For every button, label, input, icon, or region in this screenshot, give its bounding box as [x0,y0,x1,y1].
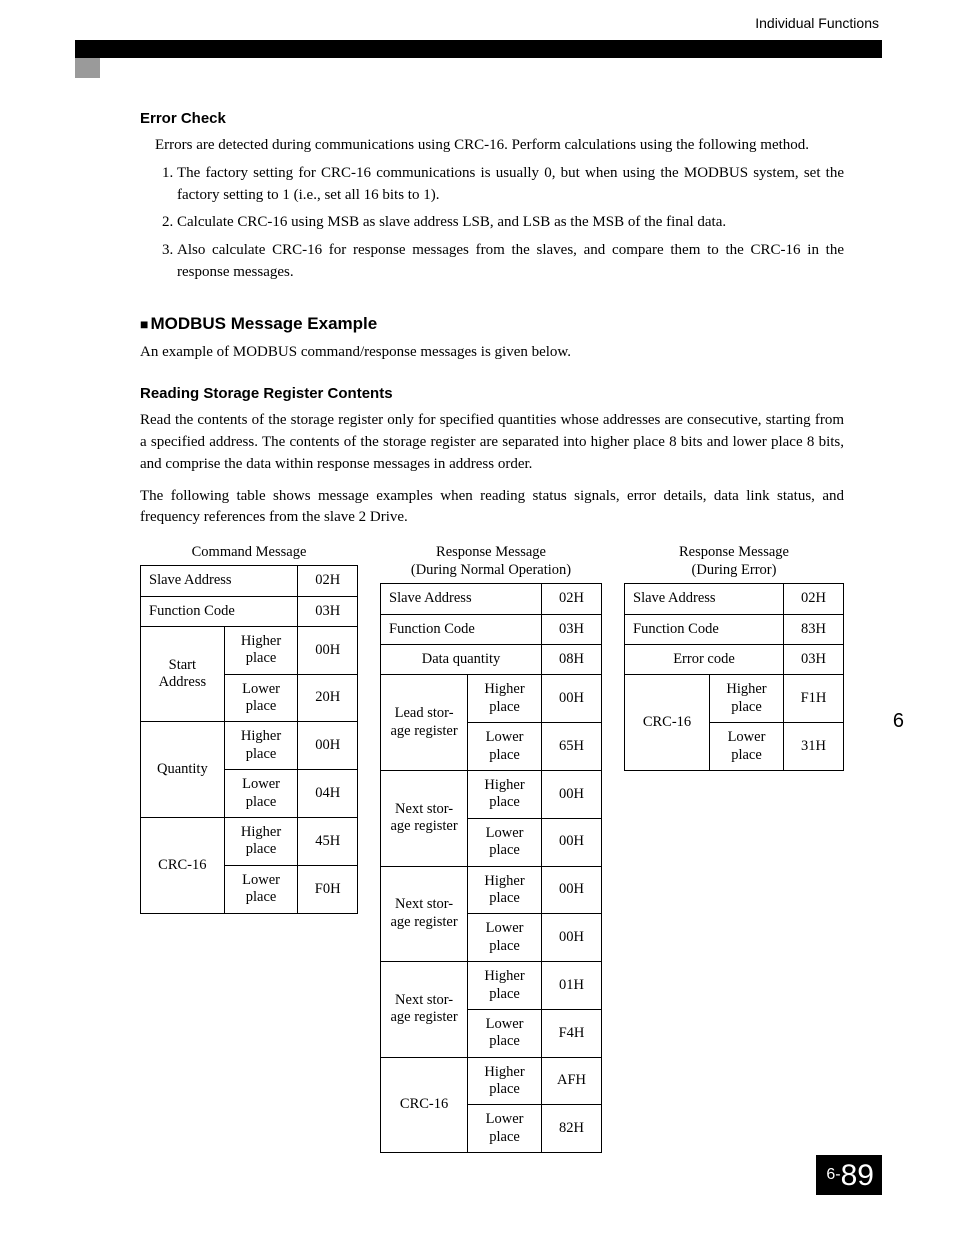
row-value: F4H [541,1009,601,1057]
row-label: CRC-16 [625,675,710,771]
sub-label: Higher place [468,1057,542,1105]
row-value: 00H [541,914,601,962]
response-normal-block: Response Message (During Normal Operatio… [380,543,602,1153]
error-check-steps: The factory setting for CRC-16 communica… [155,163,844,284]
response-error-caption: Response Message (During Error) [624,543,844,579]
command-message-table: Slave Address02H Function Code03H Start … [140,565,358,913]
row-value: 82H [541,1105,601,1153]
row-value: 00H [541,675,601,723]
sub-label: Higher place [224,722,298,770]
row-label: CRC-16 [381,1057,468,1153]
row-label: Next stor- age register [381,866,468,962]
header-black-bar [75,40,882,58]
error-check-step: Calculate CRC-16 using MSB as slave addr… [177,212,844,234]
row-value: 00H [298,722,358,770]
row-label: Data quantity [381,645,542,675]
page-number-value: 89 [841,1159,874,1192]
row-value: 01H [541,962,601,1010]
reading-storage-para2: The following table shows message exampl… [140,486,844,530]
sub-label: Higher place [224,626,298,674]
heading-modbus-example: MODBUS Message Example [140,314,844,334]
sub-label: Higher place [709,675,783,723]
row-label: Quantity [141,722,225,818]
row-value: 00H [541,818,601,866]
sub-label: Lower place [709,723,783,771]
row-value: 65H [541,723,601,771]
row-label: Error code [625,645,784,675]
row-label: Slave Address [141,566,298,596]
row-label: Lead stor- age register [381,675,468,771]
sub-label: Lower place [468,1105,542,1153]
sub-label: Lower place [468,914,542,962]
row-label: Slave Address [381,584,542,614]
sub-label: Lower place [224,770,298,818]
row-value: AFH [541,1057,601,1105]
heading-reading-storage: Reading Storage Register Contents [140,385,844,402]
header-grey-tab [75,58,100,78]
row-label: Next stor- age register [381,962,468,1058]
sub-label: Higher place [468,675,542,723]
row-value: 02H [541,584,601,614]
row-value: 00H [541,770,601,818]
sub-label: Lower place [468,723,542,771]
row-label: Slave Address [625,584,784,614]
response-error-block: Response Message (During Error) Slave Ad… [624,543,844,771]
modbus-example-intro: An example of MODBUS command/response me… [140,342,844,364]
row-value: 00H [298,626,358,674]
sub-label: Higher place [224,818,298,866]
command-message-block: Command Message Slave Address02H Functio… [140,543,358,914]
row-value: 08H [541,645,601,675]
reading-storage-para1: Read the contents of the storage registe… [140,410,844,475]
sub-label: Higher place [468,866,542,914]
row-value: 03H [784,645,844,675]
row-value: 20H [298,674,358,722]
row-label: Function Code [625,614,784,644]
row-label: Function Code [141,596,298,626]
response-normal-caption: Response Message (During Normal Operatio… [380,543,602,579]
row-value: 03H [298,596,358,626]
row-value: 45H [298,818,358,866]
row-value: 83H [784,614,844,644]
row-value: 00H [541,866,601,914]
response-normal-table: Slave Address02H Function Code03H Data q… [380,583,602,1153]
row-label: Function Code [381,614,542,644]
response-error-table: Slave Address02H Function Code83H Error … [624,583,844,771]
page-number-prefix: 6- [826,1166,840,1183]
row-label: CRC-16 [141,818,225,914]
error-check-step: The factory setting for CRC-16 communica… [177,163,844,207]
row-value: 03H [541,614,601,644]
row-value: F1H [784,675,844,723]
error-check-step: Also calculate CRC-16 for response messa… [177,240,844,284]
command-message-caption: Command Message [140,543,358,561]
sub-label: Higher place [468,962,542,1010]
row-label: Start Address [141,626,225,722]
sub-label: Higher place [468,770,542,818]
heading-error-check: Error Check [140,110,844,127]
error-check-intro: Errors are detected during communication… [155,135,844,157]
row-value: 31H [784,723,844,771]
page-number-box: 6-89 [816,1155,882,1195]
sub-label: Lower place [224,865,298,913]
sub-label: Lower place [468,1009,542,1057]
row-value: 02H [784,584,844,614]
sub-label: Lower place [468,818,542,866]
sub-label: Lower place [224,674,298,722]
chapter-side-marker: 6 [893,710,904,733]
page-header-section: Individual Functions [755,15,879,31]
row-label: Next stor- age register [381,770,468,866]
row-value: 02H [298,566,358,596]
row-value: F0H [298,865,358,913]
row-value: 04H [298,770,358,818]
